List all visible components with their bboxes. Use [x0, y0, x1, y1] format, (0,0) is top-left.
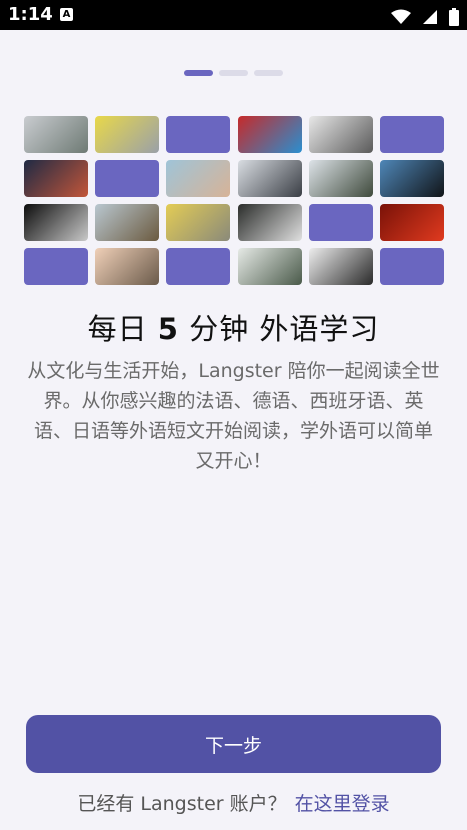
photo-thumbnail [237, 204, 302, 241]
photo-thumbnail [24, 116, 88, 153]
login-link[interactable]: 在这里登录 [295, 793, 390, 815]
page-dot [254, 70, 283, 76]
image-placeholder-tile [166, 116, 231, 153]
description-text: 从文化与生活开始，Langster 陪你一起阅读全世界。从你感兴趣的法语、德语、… [27, 360, 440, 472]
image-placeholder-tile [166, 248, 231, 285]
photo-thumbnail [95, 248, 160, 285]
photo-thumbnail [237, 248, 302, 285]
next-step-button[interactable]: 下一步 [26, 715, 441, 773]
page-title: 每日 5 分钟 外语学习 [0, 306, 467, 348]
wifi-icon [390, 9, 411, 24]
page-dot-active [184, 70, 213, 76]
photo-thumbnail [308, 160, 373, 197]
photo-thumbnail [166, 160, 231, 197]
login-row: 已经有 Langster 账户？ 在这里登录 [0, 789, 467, 816]
image-placeholder-tile [380, 248, 444, 285]
photo-thumbnail [308, 248, 373, 285]
title-suffix: 分钟 外语学习 [189, 312, 380, 346]
login-prompt: 已经有 Langster 账户？ [77, 793, 287, 815]
notification-icon: A [60, 8, 73, 21]
photo-thumbnail [24, 160, 88, 197]
battery-icon [449, 7, 459, 26]
photo-thumbnail [24, 204, 88, 241]
status-bar: 1:14 A [0, 0, 467, 30]
image-placeholder-tile [24, 248, 88, 285]
image-placeholder-tile [308, 204, 373, 241]
photo-thumbnail [380, 160, 444, 197]
photo-thumbnail [95, 116, 160, 153]
cellular-signal-icon [422, 9, 437, 24]
image-grid [24, 116, 444, 286]
photo-thumbnail [237, 160, 302, 197]
title-number: 5 [157, 312, 179, 346]
system-icons [385, 6, 459, 26]
photo-thumbnail [380, 204, 444, 241]
photo-thumbnail [308, 116, 373, 153]
photo-thumbnail [95, 204, 160, 241]
image-placeholder-tile [95, 160, 160, 197]
page-dot [219, 70, 248, 76]
title-prefix: 每日 [87, 312, 148, 346]
image-placeholder-tile [380, 116, 444, 153]
status-time: 1:14 [8, 4, 53, 25]
photo-thumbnail [166, 204, 231, 241]
photo-thumbnail [237, 116, 302, 153]
